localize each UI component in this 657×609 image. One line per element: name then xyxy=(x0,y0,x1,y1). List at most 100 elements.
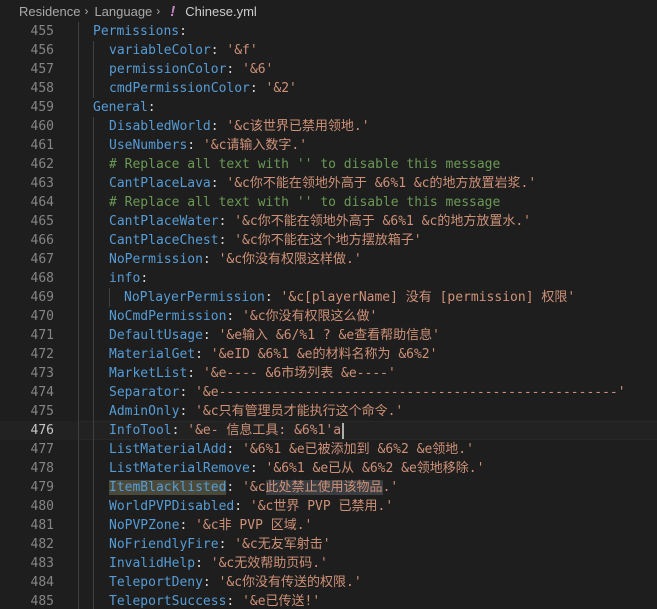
line-number: 478 xyxy=(30,461,54,476)
code-line[interactable]: 468 info: xyxy=(0,269,657,288)
code-line[interactable]: 460 DisabledWorld: '&c该世界已禁用领地.' xyxy=(0,117,657,136)
indent-guide xyxy=(93,497,94,516)
yaml-punctuation: : xyxy=(179,24,187,39)
yaml-key: DisabledWorld xyxy=(109,119,211,134)
indent-guide xyxy=(93,345,94,364)
code-line[interactable]: 464 # Replace all text with '' to disable… xyxy=(0,193,657,212)
yaml-punctuation: : xyxy=(202,252,219,267)
yaml-punctuation: : xyxy=(218,214,235,229)
code-line[interactable]: 458 cmdPermissionColor: '&2' xyxy=(0,79,657,98)
line-number: 479 xyxy=(30,480,54,495)
indent-guide xyxy=(93,60,94,79)
yaml-string: '&c你不能在领地外高于 &6%1 &c的地方放置水.' xyxy=(234,214,531,229)
line-number: 482 xyxy=(30,537,54,552)
yaml-string: '&c该世界已禁用领地.' xyxy=(226,119,370,134)
code-line[interactable]: 459 General: xyxy=(0,98,657,117)
indent-guide xyxy=(78,212,79,231)
code-text: CantPlaceWater: '&c你不能在领地外高于 &6%1 &c的地方放… xyxy=(109,212,531,231)
yaml-punctuation: : xyxy=(226,480,243,495)
yaml-string: '&c你不能在领地外高于 &6%1 &c的地方放置岩浆.' xyxy=(226,176,537,191)
code-line[interactable]: 462 # Replace all text with '' to disable… xyxy=(0,155,657,174)
code-line[interactable]: 482 NoFriendlyFire: '&c无友军射击' xyxy=(0,535,657,554)
breadcrumb-item-file[interactable]: Chinese.yml xyxy=(185,4,257,19)
code-line[interactable]: 466 CantPlaceChest: '&c你不能在这个地方摆放箱子' xyxy=(0,231,657,250)
indent-guide xyxy=(78,402,79,421)
code-text: TeleportDeny: '&c你没有传送的权限.' xyxy=(109,573,362,592)
code-line[interactable]: 485 TeleportSuccess: '&e已传送!' xyxy=(0,592,657,609)
code-line[interactable]: 469 NoPlayerPermission: '&c[playerName] 没… xyxy=(0,288,657,307)
code-line[interactable]: 472 MaterialGet: '&eID &6%1 &e的材料名称为 &6%2… xyxy=(0,345,657,364)
line-number: 456 xyxy=(30,43,54,58)
yaml-string: '&f' xyxy=(226,43,258,58)
indent-guide xyxy=(78,288,79,307)
indent-guide xyxy=(93,250,94,269)
yaml-punctuation: : xyxy=(218,233,235,248)
indent-guide xyxy=(78,478,79,497)
indent-guide xyxy=(93,288,94,307)
chevron-right-icon: › xyxy=(84,4,89,18)
code-line[interactable]: 465 CantPlaceWater: '&c你不能在领地外高于 &6%1 &c的… xyxy=(0,212,657,231)
yaml-string: '&c xyxy=(242,480,266,495)
indent-guide xyxy=(93,231,94,250)
code-line[interactable]: 479 ItemBlacklisted: '&c此处禁止使用该物品.' xyxy=(0,478,657,497)
code-line[interactable]: 480 WorldPVPDisabled: '&c世界 PVP 已禁用.' xyxy=(0,497,657,516)
indent-guide xyxy=(93,421,94,440)
code-line[interactable]: 471 DefaultUsage: '&e输入 &6/%1 ? &e查看帮助信息' xyxy=(0,326,657,345)
code-line[interactable]: 470 NoCmdPermission: '&c你没有权限这么做' xyxy=(0,307,657,326)
yaml-string: '&6%1 &e已被添加到 &6%2 &e领地.' xyxy=(242,442,474,457)
code-text: Permissions: xyxy=(93,22,187,41)
indent-guide xyxy=(109,288,110,307)
code-text: info: xyxy=(109,269,148,288)
yaml-punctuation: : xyxy=(226,442,243,457)
yaml-punctuation: : xyxy=(195,556,211,571)
yaml-key: variableColor xyxy=(109,43,211,58)
yaml-string: '&6%1 &e已从 &6%2 &e领地移除.' xyxy=(265,461,485,476)
code-line[interactable]: 475 AdminOnly: '&c只有管理员才能执行这个命令.' xyxy=(0,402,657,421)
line-number: 455 xyxy=(30,24,54,39)
breadcrumb-item-residence[interactable]: Residence xyxy=(19,4,80,19)
code-editor[interactable]: 455 Permissions: 456 variableColor: '&f' 457… xyxy=(0,22,657,609)
code-line[interactable]: 477 ListMaterialAdd: '&6%1 &e已被添加到 &6%2 &… xyxy=(0,440,657,459)
yaml-string: '&c你没有权限这么做' xyxy=(242,309,378,324)
indent-guide xyxy=(93,554,94,573)
code-line[interactable]: 483 InvalidHelp: '&c无效帮助页码.' xyxy=(0,554,657,573)
code-line[interactable]: 457 permissionColor: '&6' xyxy=(0,60,657,79)
code-text: variableColor: '&f' xyxy=(109,41,258,60)
line-number: 462 xyxy=(30,157,54,172)
code-line[interactable]: 463 CantPlaceLava: '&c你不能在领地外高于 &6%1 &c的地… xyxy=(0,174,657,193)
code-text: MarketList: '&e---- &6市场列表 &e----' xyxy=(109,364,396,383)
code-line[interactable]: 476 InfoTool: '&e- 信息工具: &6%1'a xyxy=(0,421,657,440)
code-text: ListMaterialAdd: '&6%1 &e已被添加到 &6%2 &e领地… xyxy=(109,440,474,459)
code-line[interactable]: 473 MarketList: '&e---- &6市场列表 &e----' xyxy=(0,364,657,383)
indent-guide xyxy=(78,383,79,402)
code-line[interactable]: 478 ListMaterialRemove: '&6%1 &e已从 &6%2 &… xyxy=(0,459,657,478)
code-line[interactable]: 455 Permissions: xyxy=(0,22,657,41)
yaml-key: NoPermission xyxy=(109,252,203,267)
code-line[interactable]: 461 UseNumbers: '&c请输入数字.' xyxy=(0,136,657,155)
line-number: 464 xyxy=(30,195,54,210)
line-number: 459 xyxy=(30,100,54,115)
indent-guide xyxy=(93,402,94,421)
breadcrumb-item-language[interactable]: Language xyxy=(94,4,152,19)
indent-guide xyxy=(78,250,79,269)
code-text: NoPermission: '&c你没有权限这样做.' xyxy=(109,250,362,269)
code-line[interactable]: 456 variableColor: '&f' xyxy=(0,41,657,60)
code-line[interactable]: 481 NoPVPZone: '&c非 PVP 区域.' xyxy=(0,516,657,535)
yaml-comment: # Replace all text with '' to disable th… xyxy=(109,195,501,210)
yaml-string: '&c无友军射击' xyxy=(234,537,331,552)
code-line[interactable]: 484 TeleportDeny: '&c你没有传送的权限.' xyxy=(0,573,657,592)
yaml-punctuation: : xyxy=(179,404,196,419)
code-text: ItemBlacklisted: '&c此处禁止使用该物品.' xyxy=(109,478,398,497)
yaml-key: WorldPVPDisabled xyxy=(109,499,235,514)
code-line[interactable]: 467 NoPermission: '&c你没有权限这样做.' xyxy=(0,250,657,269)
yaml-punctuation: : xyxy=(210,43,227,58)
code-text: NoPVPZone: '&c非 PVP 区域.' xyxy=(109,516,312,535)
yaml-punctuation: : xyxy=(147,100,156,115)
code-line[interactable]: 474 Separator: '&e-----------------------… xyxy=(0,383,657,402)
line-number: 481 xyxy=(30,518,54,533)
code-text: InfoTool: '&e- 信息工具: &6%1'a xyxy=(109,421,345,440)
line-number: 467 xyxy=(30,252,54,267)
yaml-punctuation: : xyxy=(210,119,227,134)
code-text: UseNumbers: '&c请输入数字.' xyxy=(109,136,307,155)
indent-guide xyxy=(78,41,79,60)
